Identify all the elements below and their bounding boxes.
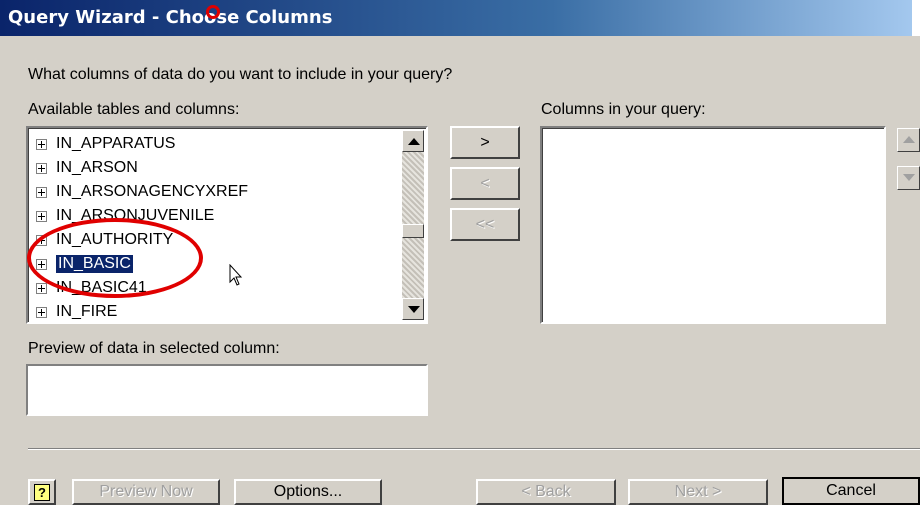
scroll-down-arrow-icon	[903, 174, 915, 181]
expand-plus-icon[interactable]	[36, 162, 47, 174]
mouse-pointer-icon	[229, 264, 243, 286]
help-button[interactable]: ?	[28, 479, 56, 505]
annotation-circle	[27, 218, 203, 298]
available-list-scrollbar[interactable]	[402, 130, 424, 320]
preview-field[interactable]	[26, 364, 428, 416]
list-item[interactable]: IN_APPARATUS	[36, 132, 175, 156]
remove-column-button[interactable]: <	[450, 167, 520, 200]
query-columns-label: Columns in your query:	[541, 101, 706, 118]
prompt-text: What columns of data do you want to incl…	[28, 66, 453, 83]
scroll-up-arrow-icon	[408, 138, 420, 145]
scroll-up-button[interactable]	[402, 130, 424, 152]
list-item[interactable]: IN_ARSON	[36, 156, 138, 180]
scroll-down-button[interactable]	[402, 298, 424, 320]
list-item-label: IN_ARSON	[56, 159, 138, 176]
preview-label: Preview of data in selected column:	[28, 340, 280, 357]
next-button[interactable]: Next >	[628, 479, 768, 505]
annotation-circle-small	[206, 5, 220, 19]
remove-all-columns-button[interactable]: <<	[450, 208, 520, 241]
expand-plus-icon[interactable]	[36, 210, 47, 222]
window-title: Query Wizard - Choose Columns	[8, 7, 333, 28]
expand-plus-icon[interactable]	[36, 138, 47, 150]
add-column-button[interactable]: >	[450, 126, 520, 159]
back-button[interactable]: < Back	[476, 479, 616, 505]
list-item[interactable]: IN_FIRE	[36, 300, 118, 322]
expand-plus-icon[interactable]	[36, 306, 47, 318]
list-item-label: IN_ARSONAGENCYXREF	[56, 183, 249, 200]
list-item[interactable]: IN_ARSONAGENCYXREF	[36, 180, 248, 204]
footer-separator	[28, 448, 920, 450]
preview-now-button[interactable]: Preview Now	[72, 479, 220, 505]
available-tables-label: Available tables and columns:	[28, 101, 240, 118]
help-icon: ?	[34, 483, 50, 501]
cancel-button[interactable]: Cancel	[782, 477, 920, 505]
expand-plus-icon[interactable]	[36, 186, 47, 198]
list-item-label: IN_APPARATUS	[56, 135, 176, 152]
move-down-button[interactable]	[897, 166, 920, 190]
title-bar: Query Wizard - Choose Columns	[0, 0, 920, 36]
options-button[interactable]: Options...	[234, 479, 382, 505]
query-columns-list[interactable]	[540, 126, 886, 324]
scroll-down-arrow-icon	[408, 306, 420, 313]
list-item-label: IN_FIRE	[56, 303, 118, 320]
title-bar-edge	[912, 0, 920, 36]
move-up-button[interactable]	[897, 128, 920, 152]
expand-plus-icon[interactable]	[36, 282, 47, 294]
scroll-thumb[interactable]	[402, 224, 424, 238]
scroll-up-arrow-icon	[903, 136, 915, 143]
